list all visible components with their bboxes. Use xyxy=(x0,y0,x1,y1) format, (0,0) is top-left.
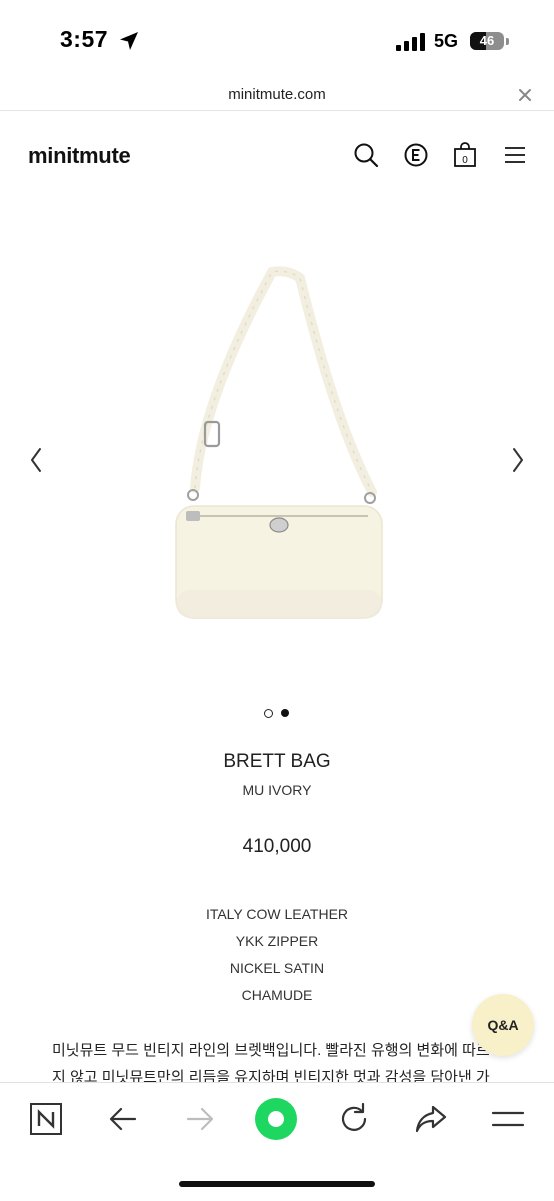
product-color: MU IVORY xyxy=(242,782,312,798)
location-arrow-icon xyxy=(120,32,138,50)
url-text[interactable]: minitmute.com xyxy=(0,86,554,103)
green-home-icon[interactable] xyxy=(254,1097,298,1141)
network-type: 5G xyxy=(434,31,459,51)
site-logo[interactable]: minitmute xyxy=(28,143,131,169)
close-icon[interactable] xyxy=(518,88,532,102)
description-line: 미닛뮤트 무드 빈티지 라인의 브렛백입니다. 빨라진 유행의 변화에 따르 xyxy=(52,1042,490,1059)
carousel-pagination xyxy=(264,709,294,719)
menu-icon[interactable] xyxy=(490,1101,526,1137)
cart-count: 0 xyxy=(462,155,468,166)
menu-icon[interactable] xyxy=(502,142,528,168)
cart-icon[interactable]: 0 xyxy=(452,142,478,168)
home-indicator xyxy=(179,1181,375,1187)
reload-icon[interactable] xyxy=(336,1101,372,1137)
spec-item: NICKEL SATIN xyxy=(229,960,325,976)
signal-bars-icon xyxy=(396,33,425,51)
spec-item: YKK ZIPPER xyxy=(235,933,319,949)
battery-icon: 46 xyxy=(470,32,504,50)
back-arrow-icon[interactable] xyxy=(105,1101,141,1137)
forward-arrow-icon[interactable] xyxy=(182,1101,218,1137)
product-price: 410,000 xyxy=(242,836,312,857)
browser-url-bar[interactable]: minitmute.com xyxy=(0,80,554,111)
naver-n-icon[interactable] xyxy=(28,1101,64,1137)
spec-item: ITALY COW LEATHER xyxy=(205,906,349,922)
carousel-dot[interactable] xyxy=(264,709,273,718)
product-image[interactable] xyxy=(0,230,554,670)
status-time: 3:57 xyxy=(60,26,109,52)
battery-percent: 46 xyxy=(479,33,495,48)
site-header: minitmute 0 xyxy=(0,130,554,180)
search-icon[interactable] xyxy=(353,142,379,168)
currency-e-icon[interactable] xyxy=(403,142,429,168)
carousel-dot-active[interactable] xyxy=(281,709,289,717)
next-image-arrow-icon[interactable] xyxy=(507,440,529,480)
share-icon[interactable] xyxy=(413,1101,449,1137)
spec-item: CHAMUDE xyxy=(241,987,313,1003)
status-bar: 3:57 5G 46 xyxy=(0,0,554,80)
qa-button[interactable]: Q&A xyxy=(472,994,534,1056)
battery-tip xyxy=(506,38,509,45)
previous-image-arrow-icon[interactable] xyxy=(25,440,47,480)
product-name: BRETT BAG xyxy=(223,751,331,772)
